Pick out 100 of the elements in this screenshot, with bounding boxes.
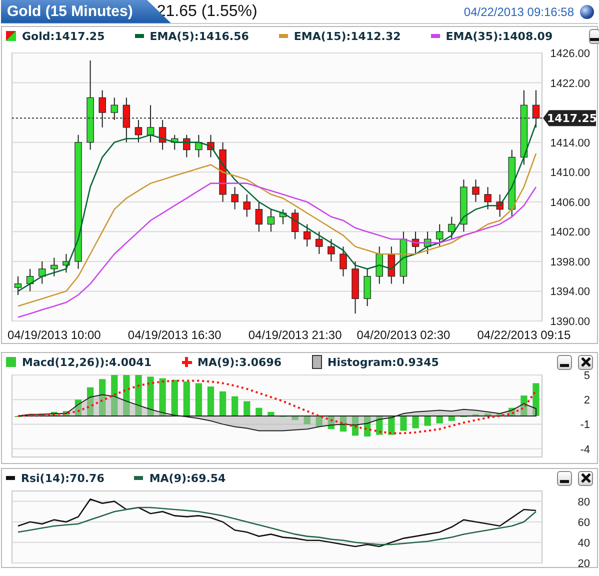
axis-label: -1 xyxy=(580,419,590,432)
axis-label: 1402.00 xyxy=(550,226,590,239)
bar xyxy=(412,416,419,428)
axis-label: 2 xyxy=(584,394,590,407)
candlestick xyxy=(316,231,323,254)
candlestick xyxy=(291,208,299,240)
bar xyxy=(364,416,371,436)
timestamp: 04/22/2013 09:16:58 xyxy=(464,4,574,18)
axis-label: 04/20/2013 02:30 xyxy=(356,328,450,342)
price-tag: 1417.25 xyxy=(543,110,596,126)
candlestick xyxy=(328,238,335,262)
axis-label: 04/22/2013 09:15 xyxy=(477,328,571,342)
candlestick xyxy=(388,246,396,284)
bar xyxy=(388,416,395,435)
candlestick xyxy=(364,268,371,307)
candlestick xyxy=(460,179,468,232)
legend-label: Histogram:0.9345 xyxy=(328,356,439,368)
candlestick xyxy=(14,276,22,296)
axis-label: 1414.00 xyxy=(550,137,590,150)
axis-label: 80 xyxy=(578,496,590,508)
axis-label: 1406.00 xyxy=(550,196,590,209)
bar xyxy=(448,416,455,421)
bar xyxy=(400,416,407,431)
candlestick xyxy=(436,224,444,248)
bar xyxy=(62,411,70,416)
bar xyxy=(50,412,58,416)
candle-icon xyxy=(6,31,16,41)
candlestick xyxy=(146,104,154,143)
candlestick xyxy=(231,186,238,210)
legend-label: MA(9):3.0696 xyxy=(198,356,282,368)
candlestick xyxy=(484,186,492,210)
legend-label: EMA(5):1416.56 xyxy=(150,30,249,42)
minimize-button[interactable] xyxy=(588,28,599,44)
candlestick xyxy=(267,208,275,232)
bar xyxy=(111,375,118,416)
globe-icon[interactable] xyxy=(580,4,594,18)
bar xyxy=(484,414,492,416)
legend-label: MA(9):69.54 xyxy=(149,472,226,484)
candlestick xyxy=(171,134,178,150)
minimize-button[interactable] xyxy=(557,470,572,486)
axis-label: 1422.00 xyxy=(550,78,590,90)
candlestick xyxy=(352,260,359,314)
candlestick xyxy=(158,120,166,150)
candlestick xyxy=(508,149,516,218)
legend-label: EMA(35):1408.09 xyxy=(446,30,553,42)
axis-label: 20 xyxy=(578,558,590,567)
candlestick xyxy=(424,231,432,254)
axis-label: 04/19/2013 21:30 xyxy=(248,328,342,342)
candlestick xyxy=(38,260,46,284)
bar xyxy=(520,396,528,416)
candlestick xyxy=(472,179,480,202)
candlestick xyxy=(26,268,34,292)
close-button[interactable] xyxy=(578,354,593,370)
axis-label: 40 xyxy=(578,537,590,550)
candlestick xyxy=(340,246,347,277)
axis-label: 04/19/2013 10:00 xyxy=(7,328,101,342)
bar xyxy=(532,383,540,416)
candlestick xyxy=(412,231,420,254)
candlestick xyxy=(496,194,504,218)
bar xyxy=(38,414,46,416)
candlestick xyxy=(110,97,118,120)
candlestick xyxy=(400,231,408,284)
candlestick xyxy=(532,90,540,128)
bar xyxy=(135,375,142,416)
candlestick xyxy=(98,90,106,128)
candlestick xyxy=(219,142,226,202)
candlestick xyxy=(448,216,456,240)
candlestick xyxy=(243,194,250,218)
bar xyxy=(496,414,504,416)
candlestick xyxy=(376,246,383,284)
candlestick xyxy=(50,257,58,277)
bar xyxy=(268,412,274,416)
candlestick xyxy=(134,120,142,143)
candlestick xyxy=(62,254,70,274)
legend-label: Rsi(14):70.76 xyxy=(21,472,104,484)
axis-label: 1390.00 xyxy=(550,316,590,328)
axis-label: 5 xyxy=(584,371,590,382)
candlestick xyxy=(304,224,311,248)
candlestick xyxy=(183,134,190,158)
legend-label: Gold:1417.25 xyxy=(22,30,105,42)
bar xyxy=(244,401,250,416)
bar xyxy=(232,396,238,416)
bar xyxy=(99,379,106,416)
bar xyxy=(292,416,298,420)
axis-label: -4 xyxy=(580,444,590,456)
close-button[interactable] xyxy=(578,470,593,486)
axis-label: 60 xyxy=(578,516,590,529)
legend-label: EMA(15):1412.32 xyxy=(294,30,401,42)
axis-label: 1426.00 xyxy=(550,48,590,60)
axis-label: 1410.00 xyxy=(550,167,590,180)
axis-label: 04/19/2013 16:30 xyxy=(128,328,222,342)
bar xyxy=(147,376,154,416)
candlestick xyxy=(207,134,214,158)
candlestick xyxy=(195,134,202,158)
ref-line-label: 1417.25 xyxy=(546,112,598,126)
bar xyxy=(123,375,130,416)
candlestick xyxy=(279,208,287,225)
legend-label: Macd(12,26)):4.0041 xyxy=(22,356,152,368)
candlestick xyxy=(255,201,263,232)
minimize-button[interactable] xyxy=(557,354,572,370)
